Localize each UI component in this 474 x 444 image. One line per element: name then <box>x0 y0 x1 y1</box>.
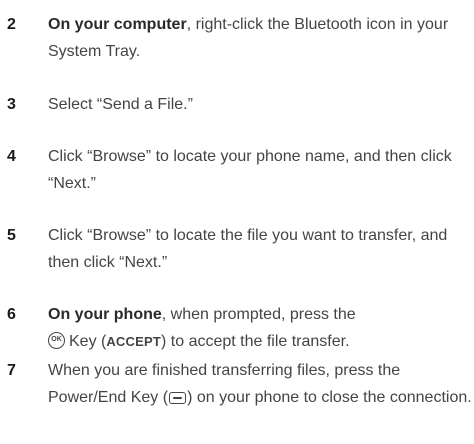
step-body-text: Key ( <box>69 333 107 350</box>
step-body-text: , when prompted, press the <box>161 306 356 323</box>
step-bold-lead: On your phone <box>48 306 162 323</box>
step-text: Click “Browse” to locate your phone name… <box>48 148 452 192</box>
power-end-key-icon <box>169 392 187 404</box>
step-bold-lead: On your computer <box>48 16 187 33</box>
step-body-text: ) to accept the file transfer. <box>161 333 350 350</box>
step-number: 2 <box>7 16 16 33</box>
step-text: On your computer, right-click the Blueto… <box>48 11 472 65</box>
step-text: Click “Browse” to locate the file you wa… <box>48 227 448 271</box>
step-text: Select “Send a File.” <box>48 96 193 113</box>
ok-key-icon: OK <box>48 332 65 349</box>
step-body-text: ) on your phone to close the connection. <box>187 389 472 406</box>
accept-softkey-label: ACCEPT <box>106 334 161 349</box>
instruction-page: 2 On your computer, right-click the Blue… <box>0 0 474 444</box>
step-number: 4 <box>7 148 16 165</box>
step-number: 6 <box>7 306 16 323</box>
step-number: 3 <box>7 96 16 113</box>
step-number: 7 <box>7 362 16 379</box>
step-number: 5 <box>7 227 16 244</box>
step-text: When you are finished transferring files… <box>48 357 472 411</box>
step-text: On your phone, when prompted, press the O… <box>48 301 472 355</box>
